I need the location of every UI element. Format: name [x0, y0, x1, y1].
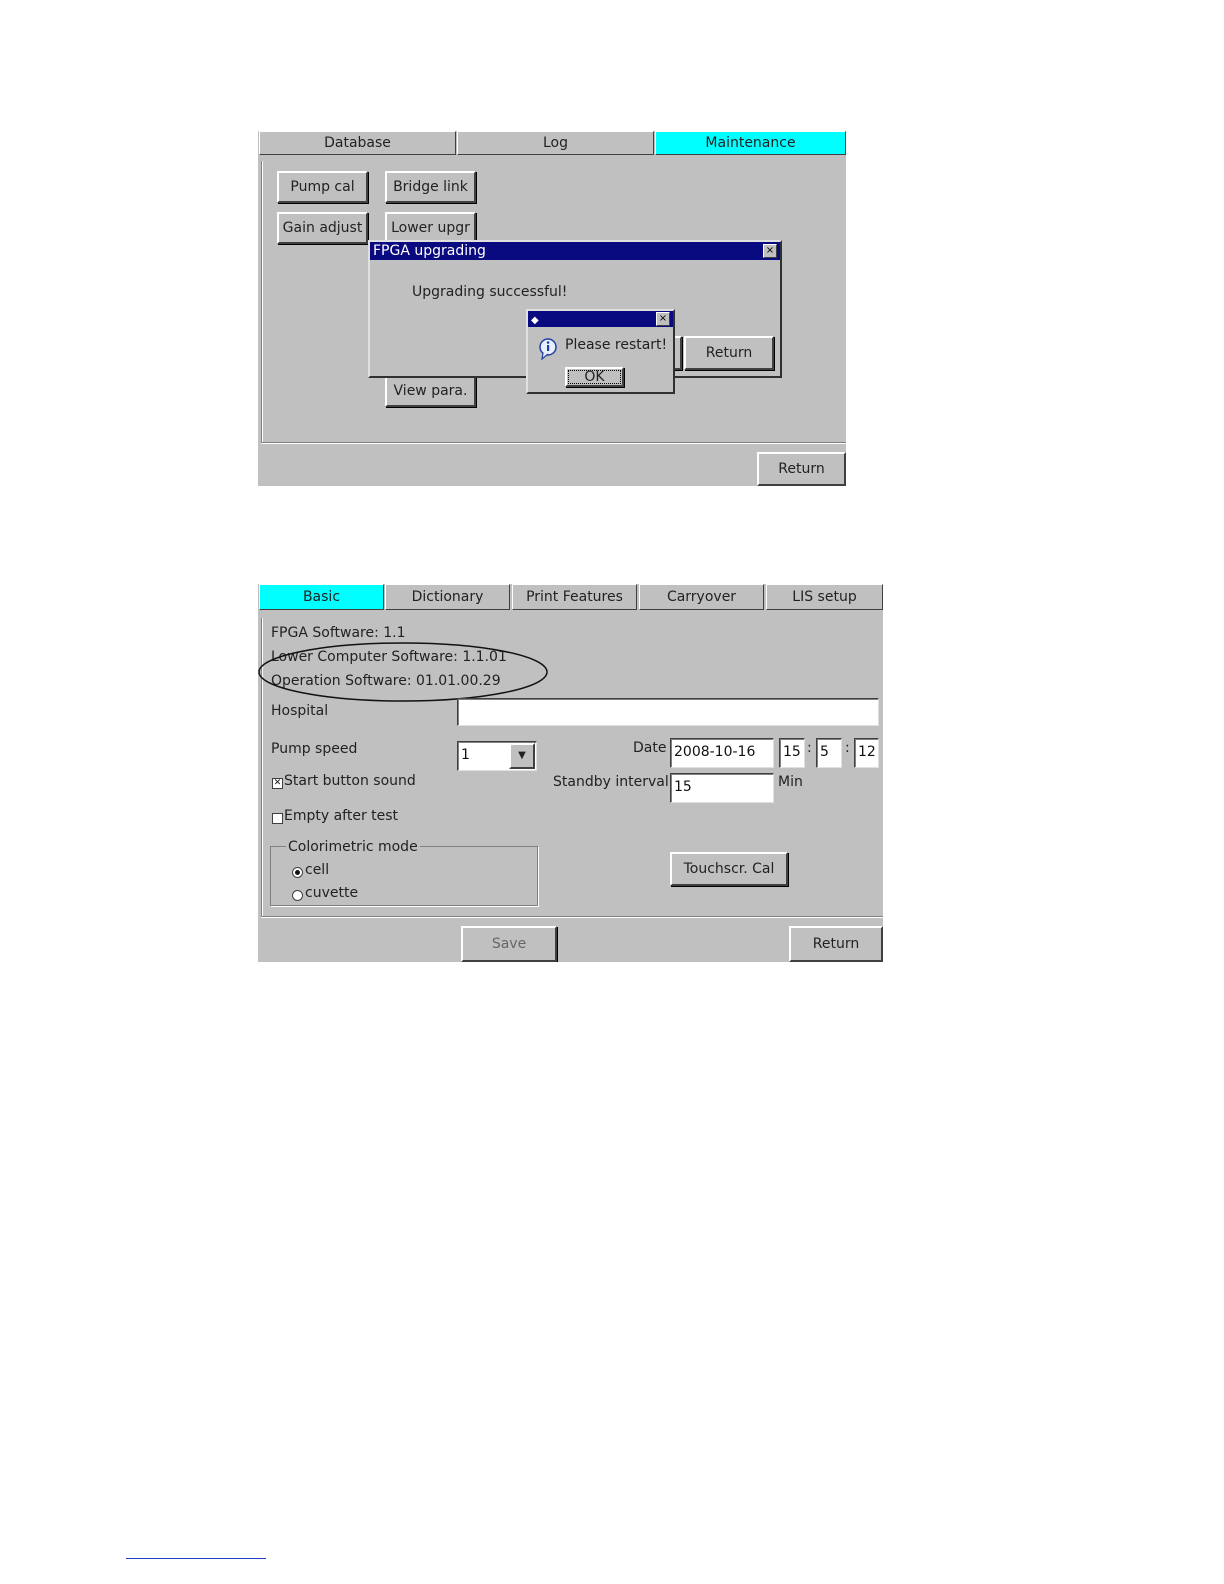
gain-adjust-button[interactable]: Gain adjust: [277, 212, 368, 244]
touchscreen-cal-button[interactable]: Touchscr. Cal: [670, 852, 788, 886]
tab-carryover[interactable]: Carryover: [639, 584, 764, 610]
basic-setup-screen: Basic Dictionary Print Features Carryove…: [258, 584, 883, 962]
panel-left-edge: [261, 161, 263, 444]
radio-cuvette[interactable]: [292, 890, 303, 901]
dialog-titlebar: FPGA upgrading ×: [370, 242, 780, 260]
ok-button[interactable]: OK: [565, 367, 624, 387]
bridge-link-button[interactable]: Bridge link: [385, 171, 476, 203]
standby-interval-label: Standby interval: [553, 774, 669, 790]
second-input[interactable]: 12: [854, 738, 879, 768]
tab-basic[interactable]: Basic: [259, 584, 384, 610]
pump-speed-value: 1: [461, 747, 470, 763]
dialog-return-button[interactable]: Return: [684, 336, 774, 370]
mode-cuvette-label: cuvette: [305, 885, 359, 901]
time-separator: :: [807, 740, 812, 756]
restart-dialog: ◆ × Please restart! OK: [526, 309, 675, 394]
highlight-ellipse: [258, 642, 548, 702]
tab-log[interactable]: Log: [457, 131, 654, 155]
colorimetric-mode-legend: Colorimetric mode: [286, 839, 420, 855]
footnote-divider: [126, 1558, 266, 1559]
tab-dictionary[interactable]: Dictionary: [385, 584, 510, 610]
panel-bottom-edge: [261, 442, 846, 444]
panel-bottom-edge: [261, 916, 883, 918]
hour-input[interactable]: 15: [779, 738, 805, 768]
tab-maintenance[interactable]: Maintenance: [655, 131, 846, 155]
restart-titlebar: ◆ ×: [528, 311, 673, 327]
maintenance-screen: Database Log Maintenance Pump cal Bridge…: [258, 131, 846, 486]
tab-print-features[interactable]: Print Features: [512, 584, 637, 610]
hospital-input[interactable]: [457, 698, 879, 726]
pump-cal-button[interactable]: Pump cal: [277, 171, 368, 203]
mode-cell-label: cell: [305, 862, 330, 878]
pump-speed-select[interactable]: 1 ▼: [457, 741, 537, 771]
close-icon[interactable]: ×: [656, 312, 670, 326]
time-separator: :: [845, 740, 850, 756]
standby-interval-input[interactable]: 15: [670, 773, 774, 803]
minute-input[interactable]: 5: [816, 738, 842, 768]
view-para-button[interactable]: View para.: [385, 375, 476, 407]
start-sound-checkbox[interactable]: ✕: [272, 778, 283, 789]
tab-lis-setup[interactable]: LIS setup: [766, 584, 883, 610]
date-input[interactable]: 2008-10-16: [670, 738, 774, 768]
shield-icon: ◆: [531, 315, 539, 326]
empty-after-test-label: Empty after test: [284, 808, 399, 824]
info-icon: [539, 338, 557, 361]
hospital-label: Hospital: [271, 703, 329, 719]
upgrade-message: Upgrading successful!: [412, 284, 568, 300]
start-sound-label: Start button sound: [284, 773, 416, 789]
chevron-down-icon[interactable]: ▼: [509, 743, 535, 769]
close-icon[interactable]: ×: [763, 244, 777, 258]
date-label: Date: [633, 740, 667, 756]
standby-unit: Min: [778, 774, 803, 790]
save-button[interactable]: Save: [461, 926, 557, 962]
empty-after-test-checkbox[interactable]: [272, 813, 283, 824]
restart-message: Please restart!: [565, 337, 668, 353]
return-button[interactable]: Return: [789, 926, 883, 962]
tab-database[interactable]: Database: [259, 131, 456, 155]
dialog-title: FPGA upgrading: [373, 243, 486, 259]
return-button[interactable]: Return: [757, 452, 846, 486]
radio-cell[interactable]: [292, 867, 303, 878]
radio-dot: [295, 870, 300, 875]
pump-speed-label: Pump speed: [271, 741, 358, 757]
